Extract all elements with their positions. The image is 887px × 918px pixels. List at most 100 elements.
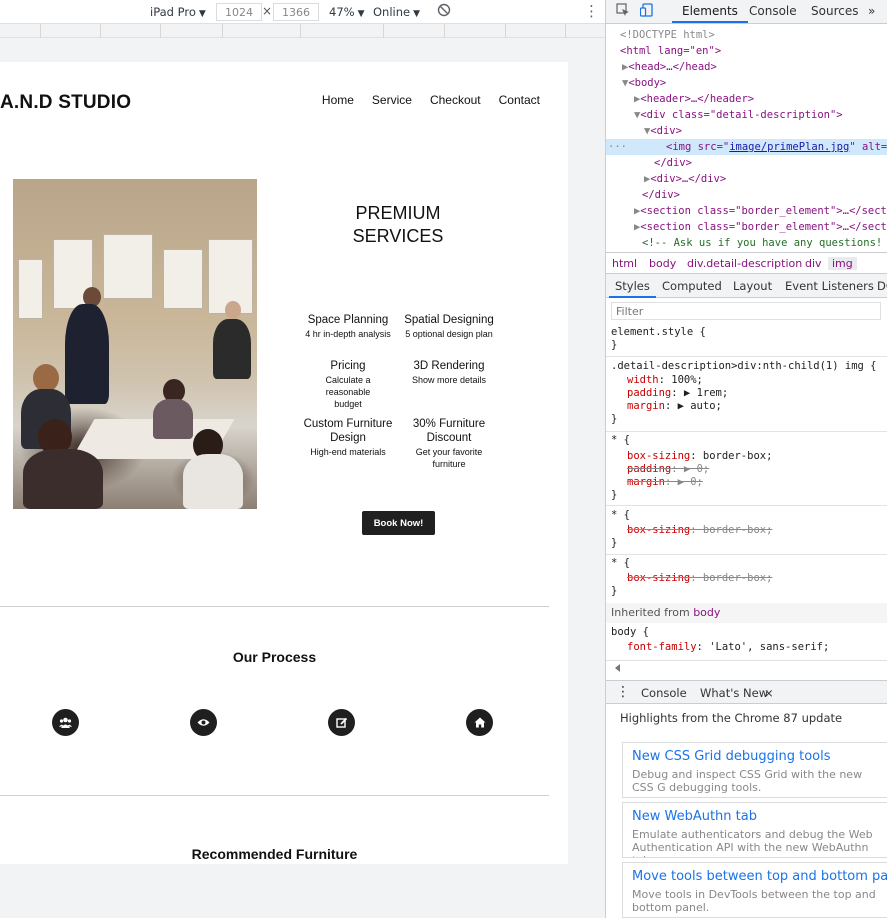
- css-property[interactable]: width: 100%;: [627, 374, 703, 387]
- tab-console[interactable]: Console: [749, 4, 797, 18]
- dom-node[interactable]: <html lang="en">: [620, 43, 887, 59]
- breadcrumb-item[interactable]: div.detail-description: [687, 257, 802, 270]
- rule-selector[interactable]: * {: [611, 434, 630, 447]
- css-property[interactable]: margin: ▶ auto;: [627, 400, 722, 413]
- css-property-overridden[interactable]: margin: ▶ 0;: [627, 476, 703, 489]
- feature-pricing: Pricing Calculate a reasonable budget: [293, 359, 403, 410]
- chevron-down-icon: ▼: [357, 9, 365, 19]
- feature-subtitle: 5 optional design plan: [405, 329, 493, 339]
- rule-close: }: [611, 489, 618, 501]
- card-title[interactable]: Move tools between top and bottom panel: [632, 869, 887, 884]
- feature-subtitle: High-end materials: [310, 447, 386, 457]
- rule-selector[interactable]: * {: [611, 509, 630, 522]
- dom-node[interactable]: ▶<div>…</div>: [644, 171, 887, 187]
- breadcrumb-item[interactable]: body: [649, 257, 676, 270]
- section-divider: [0, 795, 549, 796]
- web-page: A.N.D STUDIO Home Service Checkout Conta…: [0, 62, 568, 864]
- tab-sources[interactable]: Sources: [811, 4, 858, 18]
- network-select[interactable]: Online ▼: [373, 5, 420, 19]
- book-now-button[interactable]: Book Now!: [362, 511, 435, 535]
- tab-elements[interactable]: Elements: [672, 4, 748, 23]
- dom-node-selected[interactable]: ··· <img src="image/primePlan.jpg" alt=": [606, 139, 887, 155]
- dom-node[interactable]: ▶<head>…</head>: [622, 59, 887, 75]
- device-toggle-icon[interactable]: [639, 3, 654, 21]
- device-select[interactable]: iPad Pro ▼: [150, 5, 206, 19]
- card-description: Emulate authenticators and debug the Web…: [632, 828, 873, 857]
- feature-title: Spatial Designing: [404, 314, 494, 326]
- recommended-heading: Recommended Furniture: [191, 846, 358, 862]
- dom-node[interactable]: </div>: [642, 187, 887, 203]
- nav-service[interactable]: Service: [372, 93, 412, 107]
- dom-node[interactable]: ▶<section class="border_element">…</sect…: [634, 219, 887, 235]
- tab-styles[interactable]: Styles: [609, 279, 656, 298]
- width-field[interactable]: [216, 3, 262, 21]
- styles-filter-input[interactable]: [611, 302, 881, 320]
- feature-subtitle: Calculate a reasonable budget: [325, 375, 371, 409]
- dom-node[interactable]: ▶<header>…</header>: [634, 91, 887, 107]
- card-description: Debug and inspect CSS Grid with the new …: [632, 768, 863, 794]
- main-nav: Home Service Checkout Contact: [322, 93, 540, 107]
- more-options-icon[interactable]: ⋮: [584, 2, 599, 20]
- nav-home[interactable]: Home: [322, 93, 354, 107]
- breadcrumb-item-current[interactable]: img: [828, 257, 857, 270]
- tab-dom-breakpoints[interactable]: DO: [877, 279, 887, 293]
- nav-contact[interactable]: Contact: [499, 93, 540, 107]
- rule-close: }: [611, 413, 618, 425]
- dom-node[interactable]: ▼<div>: [644, 123, 887, 139]
- whats-new-card[interactable]: New WebAuthn tab Emulate authenticators …: [622, 802, 887, 858]
- rule-selector[interactable]: element.style {: [611, 326, 706, 339]
- feature-subtitle: Show more details: [411, 375, 487, 385]
- nav-checkout[interactable]: Checkout: [430, 93, 481, 107]
- devtools-tabbar: Elements Console Sources »: [606, 0, 887, 24]
- styles-subtabs: Styles Computed Layout Event Listeners D…: [606, 274, 887, 298]
- rotate-button[interactable]: [437, 3, 451, 20]
- drawer-tab-console[interactable]: Console: [641, 686, 687, 700]
- css-property[interactable]: font-family: 'Lato', sans-serif;: [627, 641, 829, 654]
- whats-new-card[interactable]: Move tools between top and bottom panel …: [622, 862, 887, 918]
- css-property[interactable]: padding: ▶ 1rem;: [627, 387, 728, 400]
- card-title[interactable]: New CSS Grid debugging tools: [632, 749, 878, 764]
- tab-computed[interactable]: Computed: [662, 279, 722, 293]
- section-divider: [0, 606, 549, 607]
- services-title: PREMIUM SERVICES: [318, 202, 478, 248]
- rule-selector[interactable]: body {: [611, 626, 649, 639]
- rule-close: }: [611, 537, 618, 549]
- dom-node[interactable]: <!-- Ask us if you have any questions! -: [642, 235, 887, 250]
- more-tabs-icon[interactable]: »: [868, 4, 875, 18]
- tab-event-listeners[interactable]: Event Listeners: [785, 279, 874, 293]
- inherited-source[interactable]: body: [693, 606, 720, 619]
- whats-new-card[interactable]: New CSS Grid debugging tools Debug and i…: [622, 742, 887, 798]
- css-property[interactable]: box-sizing: border-box;: [627, 450, 772, 463]
- device-name: iPad Pro: [150, 5, 196, 19]
- close-icon[interactable]: ×: [764, 686, 774, 700]
- css-property-overridden[interactable]: box-sizing: border-box;: [627, 572, 772, 585]
- dom-node[interactable]: </div>: [654, 155, 887, 171]
- breadcrumb-item[interactable]: html: [612, 257, 637, 270]
- feature-space-planning: Space Planning 4 hr in-depth analysis: [293, 313, 403, 340]
- site-logo[interactable]: A.N.D STUDIO: [0, 92, 131, 114]
- css-property-overridden[interactable]: padding: ▶ 0;: [627, 463, 709, 476]
- breadcrumb-item[interactable]: div: [805, 257, 822, 270]
- chevron-down-icon: ▼: [198, 9, 206, 19]
- rule-close: }: [611, 585, 618, 597]
- horizontal-scrollbar[interactable]: [606, 660, 887, 674]
- css-property-overridden[interactable]: box-sizing: border-box;: [627, 524, 772, 537]
- zoom-select[interactable]: 47% ▼: [329, 5, 364, 19]
- rule-selector[interactable]: .detail-description>div:nth-child(1) img…: [611, 360, 877, 373]
- chevron-down-icon: ▼: [413, 9, 421, 19]
- tab-layout[interactable]: Layout: [733, 279, 772, 293]
- drawer-tabbar: ⋮ Console What's New ×: [606, 680, 887, 704]
- dom-node[interactable]: ▼<div class="detail-description">: [634, 107, 887, 123]
- drawer-tab-whats-new[interactable]: What's New: [700, 686, 768, 700]
- inspect-icon[interactable]: [616, 3, 630, 21]
- feature-title: Space Planning: [307, 314, 389, 326]
- dom-node[interactable]: ▶<section class="border_element">…</sect…: [634, 203, 887, 219]
- rotate-icon: [437, 3, 451, 17]
- dom-node[interactable]: ▼<body>: [622, 75, 887, 91]
- drawer-menu-icon[interactable]: ⋮: [616, 684, 630, 700]
- card-title[interactable]: New WebAuthn tab: [632, 809, 878, 824]
- dom-node[interactable]: <!DOCTYPE html>: [620, 27, 887, 43]
- rule-close: }: [611, 339, 618, 351]
- height-field[interactable]: [273, 3, 319, 21]
- rule-selector[interactable]: * {: [611, 557, 630, 570]
